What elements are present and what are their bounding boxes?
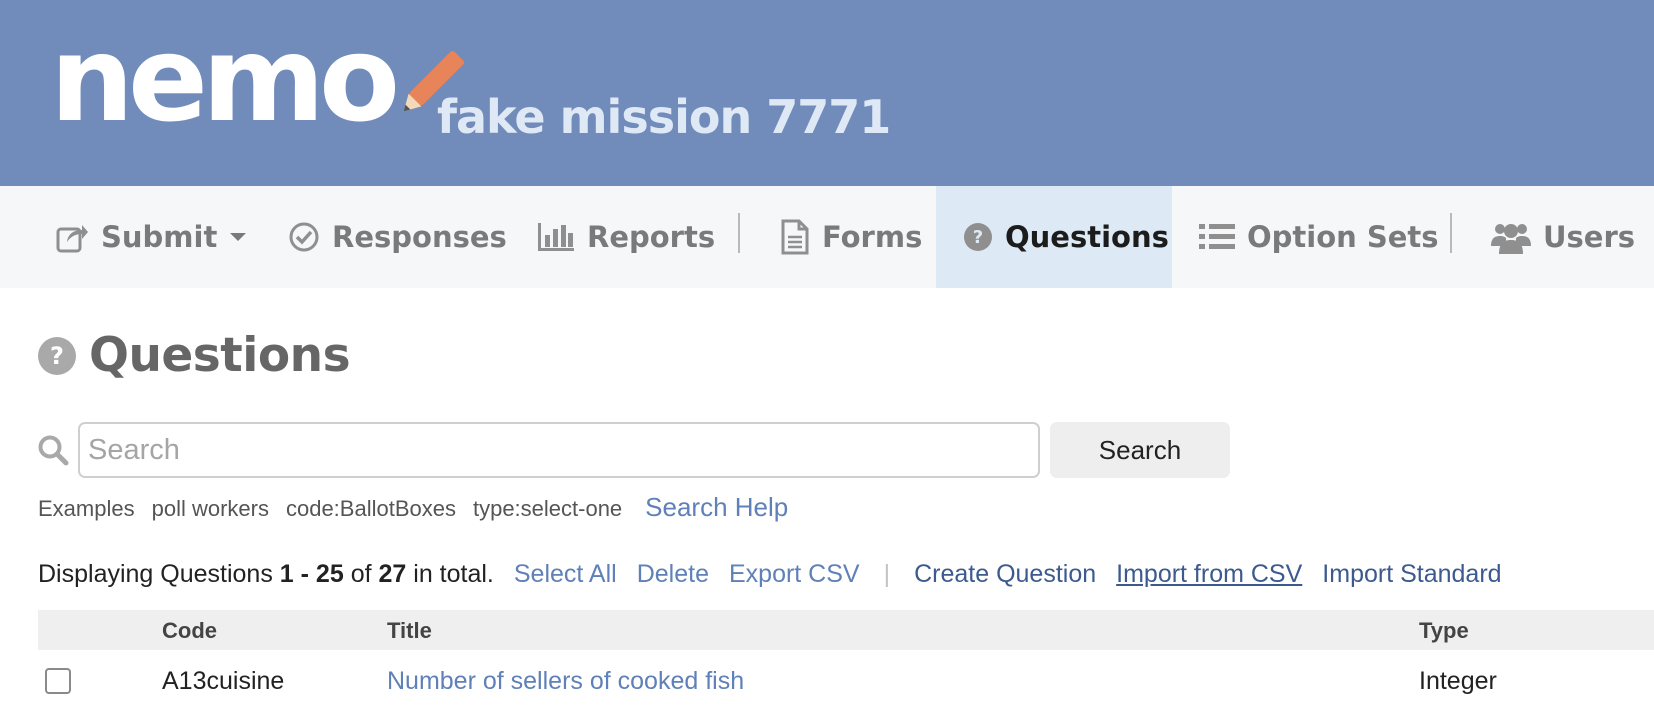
search-examples: Examples poll workers code:BallotBoxes t… [38, 492, 805, 523]
nav-questions[interactable]: ? Questions [936, 186, 1172, 288]
share-icon [56, 225, 88, 253]
import-csv-link[interactable]: Import from CSV [1116, 560, 1302, 589]
search-example: code:BallotBoxes [285, 496, 456, 521]
check-circle-icon [289, 222, 319, 252]
nav-submit-label: Submit [101, 220, 218, 254]
users-icon [1491, 224, 1531, 254]
page-title: Questions [89, 328, 351, 383]
nav-reports-label: Reports [587, 220, 716, 254]
question-circle-icon: ? [964, 223, 992, 251]
nav-forms[interactable]: Forms [780, 186, 922, 288]
table-row: A13cuisine Number of sellers of cooked f… [38, 650, 1654, 718]
nav-submit[interactable]: Submit [55, 186, 247, 288]
svg-text:?: ? [973, 227, 983, 248]
nav-responses-label: Responses [332, 220, 507, 254]
delete-link[interactable]: Delete [637, 560, 709, 589]
action-separator: | [883, 560, 891, 588]
question-circle-icon: ? [38, 336, 76, 375]
search-input[interactable] [78, 422, 1040, 478]
search-example: poll workers [151, 496, 269, 521]
listing-prefix: Displaying Questions [38, 560, 273, 588]
select-all-link[interactable]: Select All [514, 560, 617, 589]
export-csv-link[interactable]: Export CSV [729, 560, 860, 589]
bar-chart-icon [538, 223, 574, 251]
listing-total: 27 [378, 560, 407, 588]
nav-divider [738, 213, 740, 253]
search-button[interactable]: Search [1050, 422, 1230, 478]
column-header-title[interactable]: Title [387, 618, 432, 644]
main-nav: Submit Responses Reports Forms ? Questio… [0, 186, 1654, 288]
nav-questions-label: Questions [1005, 220, 1169, 254]
nav-responses[interactable]: Responses [288, 186, 507, 288]
listing-of: of [350, 560, 372, 588]
search-icon [38, 435, 69, 466]
mission-name: fake mission 7771 [437, 90, 891, 144]
row-checkbox[interactable] [45, 668, 71, 694]
row-type: Integer [1419, 667, 1497, 695]
examples-label: Examples [38, 496, 135, 521]
list-icon [1199, 224, 1235, 249]
column-header-code[interactable]: Code [162, 618, 217, 644]
search-help-link[interactable]: Search Help [645, 492, 788, 523]
svg-text:?: ? [50, 342, 64, 370]
import-standard-link[interactable]: Import Standard [1322, 560, 1501, 589]
nav-divider [1450, 213, 1452, 253]
nav-option-sets[interactable]: Option Sets [1199, 186, 1439, 288]
nav-users[interactable]: Users [1491, 186, 1635, 288]
logo-text: nemo [50, 10, 400, 148]
column-header-type[interactable]: Type [1419, 618, 1469, 644]
nav-forms-label: Forms [822, 220, 923, 254]
listing-summary: Displaying Questions 1 - 25 of 27 in tot… [38, 560, 1502, 589]
create-question-link[interactable]: Create Question [914, 560, 1096, 589]
nemo-logo[interactable]: nemo [50, 20, 464, 150]
listing-suffix: in total. [413, 560, 494, 588]
row-code: A13cuisine [162, 667, 285, 695]
caret-down-icon [230, 233, 247, 241]
nav-users-label: Users [1543, 220, 1636, 254]
page-heading: ? Questions [37, 328, 351, 383]
search-example: type:select-one [472, 496, 623, 521]
table-header: Code Title Type [38, 610, 1654, 650]
listing-range: 1 - 25 [279, 560, 344, 588]
nav-reports[interactable]: Reports [537, 186, 715, 288]
nav-option-sets-label: Option Sets [1247, 220, 1439, 254]
document-icon [781, 219, 809, 255]
row-title-link[interactable]: Number of sellers of cooked fish [387, 667, 744, 696]
header-banner: nemo fake mission 7771 [0, 0, 1654, 186]
